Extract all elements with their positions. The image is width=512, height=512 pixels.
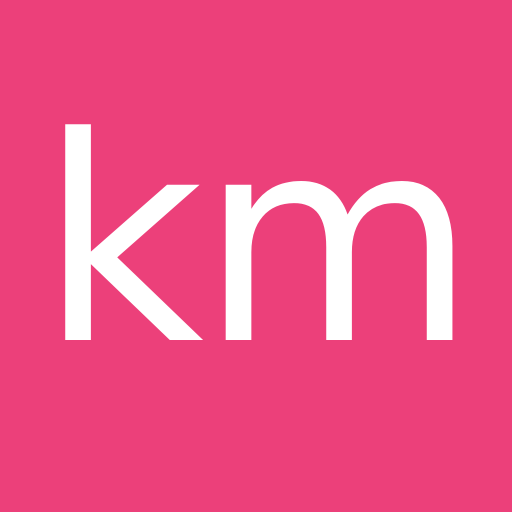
avatar: km [0,0,512,512]
avatar-initials: km [39,76,476,407]
